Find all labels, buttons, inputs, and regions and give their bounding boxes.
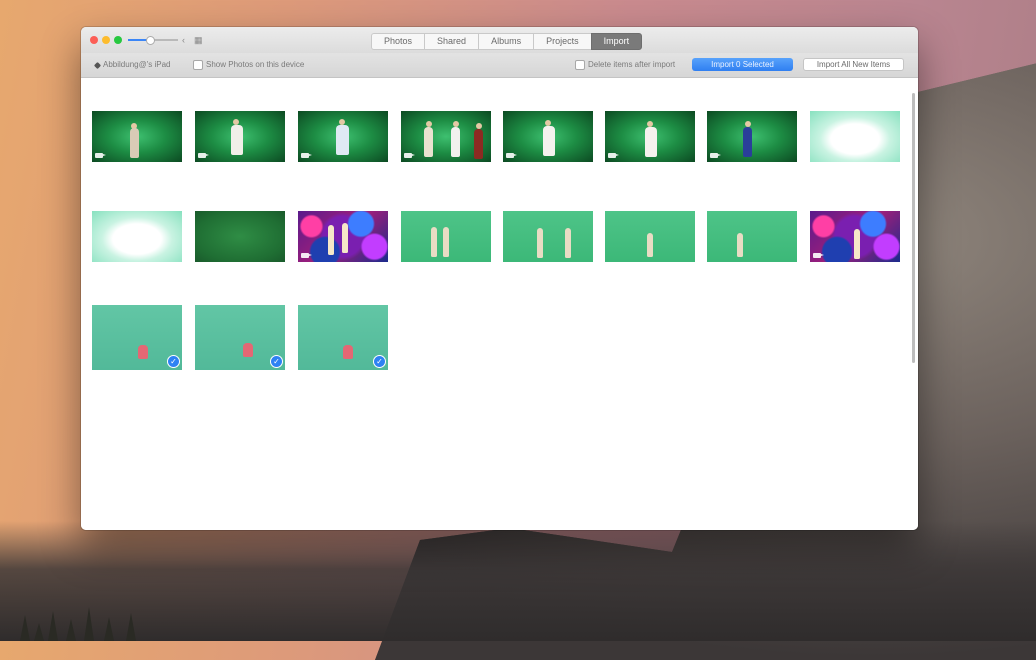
subject-figure xyxy=(431,227,437,257)
thumbnail-size-slider[interactable] xyxy=(128,36,178,45)
photos-window: ‹ ▦ Photos Shared Albums Projects Import… xyxy=(81,27,918,530)
delete-after-import-label: Delete items after import xyxy=(588,60,676,69)
thumbnail[interactable] xyxy=(707,211,797,262)
thumbnail[interactable] xyxy=(810,211,900,262)
video-camera-icon xyxy=(813,253,824,258)
tab-photos[interactable]: Photos xyxy=(371,33,425,50)
subject-figure xyxy=(854,229,860,259)
thumbnail[interactable] xyxy=(605,111,695,162)
vertical-scrollbar[interactable] xyxy=(912,93,915,363)
subject-toy xyxy=(343,345,353,359)
minimize-dot-icon[interactable] xyxy=(102,36,110,44)
slider-knob[interactable] xyxy=(146,36,155,45)
thumbnail[interactable]: ✓ xyxy=(92,305,182,370)
subject-figure xyxy=(743,127,752,157)
subject-figure xyxy=(451,127,460,157)
tab-import[interactable]: Import xyxy=(590,33,643,50)
subject-figure xyxy=(424,127,433,157)
thumbnail[interactable] xyxy=(195,111,285,162)
checkmark-icon: ✓ xyxy=(167,355,180,368)
zoom-dot-icon[interactable] xyxy=(114,36,122,44)
video-camera-icon xyxy=(608,153,619,158)
show-photos-label: Show Photos on this device xyxy=(206,60,305,69)
video-camera-icon xyxy=(506,153,517,158)
thumbnail[interactable] xyxy=(92,211,182,262)
subject-figure xyxy=(474,129,483,159)
subject-figure xyxy=(737,233,743,257)
thumbnail[interactable] xyxy=(195,211,285,262)
thumbnail[interactable] xyxy=(503,211,593,262)
import-device-label[interactable]: Abbildung@'s iPad xyxy=(93,59,171,71)
thumbnail[interactable] xyxy=(503,111,593,162)
subject-figure xyxy=(342,223,348,253)
import-toolbar: Abbildung@'s iPad Show Photos on this de… xyxy=(81,53,918,78)
subject-figure xyxy=(537,228,543,258)
checkmark-icon: ✓ xyxy=(373,355,386,368)
video-camera-icon xyxy=(198,153,209,158)
video-camera-icon xyxy=(95,153,106,158)
delete-after-import-option[interactable]: Delete items after import xyxy=(575,59,675,71)
tab-albums[interactable]: Albums xyxy=(478,33,534,50)
subject-figure xyxy=(647,233,653,257)
subject-figure xyxy=(130,128,139,158)
thumbnail[interactable] xyxy=(810,111,900,162)
delete-after-import-checkbox[interactable] xyxy=(575,60,585,70)
video-camera-icon xyxy=(301,253,312,258)
show-photos-checkbox[interactable] xyxy=(193,60,203,70)
subject-figure xyxy=(328,225,334,255)
close-dot-icon[interactable] xyxy=(90,36,98,44)
import-selected-button[interactable]: Import 0 Selected xyxy=(692,58,793,71)
subject-toy xyxy=(138,345,148,359)
thumbnail[interactable]: ✓ xyxy=(298,305,388,370)
import-all-button[interactable]: Import All New Items xyxy=(803,58,904,71)
thumbnail[interactable] xyxy=(605,211,695,262)
device-icon xyxy=(93,61,102,69)
device-name: Abbildung@'s iPad xyxy=(103,60,171,69)
subject-figure xyxy=(565,228,571,258)
back-arrow-icon[interactable]: ‹ xyxy=(182,34,185,46)
video-camera-icon xyxy=(404,153,415,158)
thumbnail[interactable] xyxy=(298,211,388,262)
subject-figure xyxy=(231,125,243,155)
video-camera-icon xyxy=(301,153,312,158)
thumbnail[interactable] xyxy=(401,211,491,262)
thumbnail[interactable] xyxy=(298,111,388,162)
slider-fill xyxy=(128,39,148,41)
desktop-foreground xyxy=(0,521,1036,641)
tab-shared[interactable]: Shared xyxy=(424,33,479,50)
subject-toy xyxy=(243,343,253,357)
thumbnail[interactable] xyxy=(707,111,797,162)
subject-figure xyxy=(443,227,449,257)
subject-figure xyxy=(336,125,349,155)
video-camera-icon xyxy=(710,153,721,158)
show-photos-option[interactable]: Show Photos on this device xyxy=(193,59,304,71)
view-tabs: Photos Shared Albums Projects Import xyxy=(371,33,643,50)
grid-view-icon[interactable]: ▦ xyxy=(194,34,203,46)
subject-figure xyxy=(645,127,657,157)
title-bar[interactable]: ‹ ▦ Photos Shared Albums Projects Import xyxy=(81,27,918,53)
checkmark-icon: ✓ xyxy=(270,355,283,368)
thumbnail[interactable]: ✓ xyxy=(195,305,285,370)
tab-projects[interactable]: Projects xyxy=(533,33,591,50)
subject-figure xyxy=(543,126,555,156)
thumbnail[interactable] xyxy=(401,111,491,162)
thumbnail[interactable] xyxy=(92,111,182,162)
